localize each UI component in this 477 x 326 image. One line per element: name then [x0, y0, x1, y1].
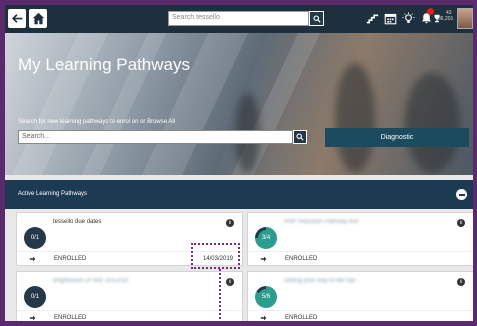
lightbulb-icon	[402, 12, 415, 23]
app-frame: Search tessello 43 86,201 My Learning Pa…	[0, 0, 477, 326]
search-icon	[296, 133, 304, 141]
progress-ring: 0/1	[24, 286, 46, 308]
hero-banner: My Learning Pathways Search for new lear…	[5, 33, 473, 175]
info-icon[interactable]: i	[457, 278, 465, 286]
points-counter: 43 86,201	[438, 10, 453, 22]
pathway-title[interactable]: Brightwave LP test 10/12/18	[53, 278, 128, 284]
calendar-icon	[384, 13, 397, 25]
home-icon	[32, 12, 44, 25]
pathway-search-button[interactable]	[293, 130, 307, 144]
enroll-row: ENROLLED	[248, 251, 473, 265]
stairs-icon	[366, 14, 379, 24]
pathway-title[interactable]: Selling your way to the top!	[284, 278, 356, 284]
pathway-title[interactable]: tessello due dates	[53, 219, 101, 225]
active-pathways-header: Active Learning Pathways	[5, 180, 473, 209]
sign-in-icon	[29, 256, 36, 262]
pathway-card[interactable]: 3/4 RHP Induction Pathway test i ENROLLE…	[247, 212, 473, 266]
search-hint: Search for new learning pathways to enro…	[18, 119, 176, 125]
progress-ring: 3/4	[255, 227, 277, 249]
date-highlight-box	[191, 243, 240, 269]
callout-line	[219, 269, 221, 321]
diagnostic-button[interactable]: Diagnostic	[325, 128, 469, 147]
enroll-status: ENROLLED	[285, 315, 318, 321]
collapse-button[interactable]	[456, 189, 467, 200]
global-search-input[interactable]: Search tessello	[168, 11, 309, 26]
active-pathways-label: Active Learning Pathways	[18, 191, 88, 197]
search-icon	[312, 14, 321, 23]
info-icon[interactable]: i	[226, 278, 234, 286]
arrow-left-icon	[11, 14, 22, 23]
user-avatar[interactable]	[457, 8, 473, 29]
global-search-button[interactable]	[309, 11, 324, 26]
sign-in-icon	[260, 315, 267, 321]
enroll-row: ENROLLED	[17, 310, 242, 321]
top-navigation: Search tessello 43 86,201	[5, 5, 473, 33]
progress-ring: 0/1	[24, 227, 46, 249]
pathways-button[interactable]	[365, 11, 380, 26]
info-icon[interactable]: i	[226, 219, 234, 227]
sign-in-icon	[260, 256, 267, 262]
pathway-card[interactable]: 0/1 Brightwave LP test 10/12/18 i ENROLL…	[16, 271, 243, 321]
back-button[interactable]	[8, 9, 26, 28]
pathway-title[interactable]: RHP Induction Pathway test	[284, 219, 359, 225]
enroll-status: ENROLLED	[54, 315, 87, 321]
pathway-search-input[interactable]: Search...	[18, 130, 293, 144]
enroll-status: ENROLLED	[285, 256, 318, 262]
progress-ring: 5/6	[255, 286, 277, 308]
progress-value: 3/4	[258, 230, 274, 246]
points-total: 86,201	[438, 16, 454, 22]
ideas-button[interactable]	[401, 11, 416, 26]
enroll-status: ENROLLED	[54, 256, 87, 262]
progress-value: 5/6	[258, 289, 274, 305]
sign-in-icon	[29, 315, 36, 321]
page-title: My Learning Pathways	[18, 55, 190, 74]
enroll-row: ENROLLED	[248, 310, 473, 321]
info-icon[interactable]: i	[457, 219, 465, 227]
home-button[interactable]	[29, 9, 47, 28]
pathway-card[interactable]: 5/6 Selling your way to the top! i ENROL…	[247, 271, 473, 321]
calendar-button[interactable]	[383, 11, 398, 26]
